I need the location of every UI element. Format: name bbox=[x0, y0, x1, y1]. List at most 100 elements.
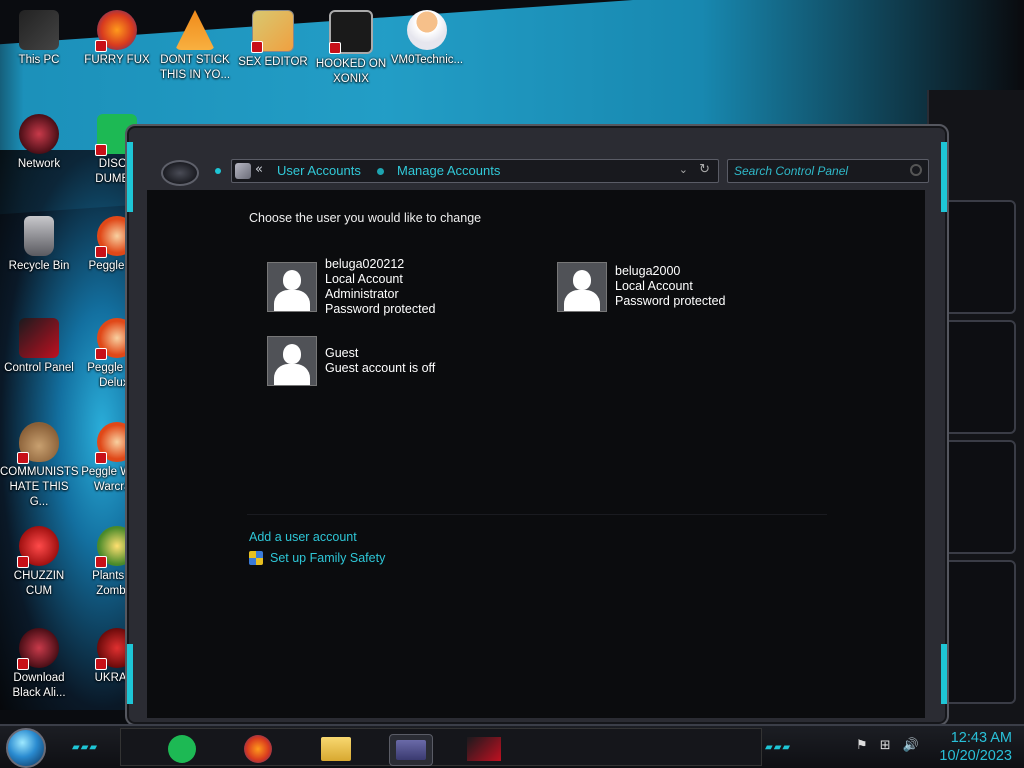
taskbar-alienware-button[interactable] bbox=[463, 734, 505, 764]
alienware-theme-icon bbox=[467, 737, 501, 761]
network-tray-icon[interactable]: ⊞ bbox=[880, 738, 891, 753]
system-tray: ⚑ ⊞ 🔊 bbox=[856, 738, 919, 753]
search-box[interactable] bbox=[727, 159, 929, 183]
desktop-icon-label: This PC bbox=[18, 54, 60, 66]
desktop-icon-label: SEX EDITOR bbox=[238, 56, 308, 68]
desktop-icon-this-pc[interactable]: This PC bbox=[0, 6, 78, 68]
control-panel-window: « User Accounts Manage Accounts ⌄ ↻ Choo… bbox=[125, 124, 949, 726]
chevron-down-icon[interactable]: ⌄ bbox=[679, 163, 688, 176]
account-tile-guest[interactable]: Guest Guest account is off bbox=[267, 336, 507, 392]
account-tile-beluga2000[interactable]: beluga2000 Local Account Password protec… bbox=[557, 262, 797, 318]
taskbar-accent: ▰▰▰ bbox=[72, 742, 99, 753]
account-password-status: Password protected bbox=[325, 302, 436, 316]
desktop-icon-label: HOOKED ON XONIX bbox=[315, 58, 387, 85]
set-up-family-safety-link[interactable]: Set up Family Safety bbox=[249, 551, 385, 565]
taskbar-accent: ▰▰▰ bbox=[765, 742, 792, 753]
hex-editor-icon bbox=[251, 10, 294, 53]
flag-icon[interactable]: ⚑ bbox=[856, 738, 868, 753]
account-role: Administrator bbox=[325, 287, 399, 301]
computer-icon bbox=[19, 10, 59, 50]
account-name: beluga2000 bbox=[615, 264, 681, 278]
breadcrumb-separator-icon[interactable] bbox=[377, 168, 384, 175]
account-details: beluga020212 Local Account Administrator… bbox=[325, 257, 435, 317]
account-details: Guest Guest account is off bbox=[325, 346, 435, 376]
forward-dot-icon bbox=[215, 168, 221, 174]
spotify-icon bbox=[168, 735, 196, 763]
account-type: Local Account bbox=[325, 272, 403, 286]
desktop-icon-hooked-on-xonix[interactable]: HOOKED ON XONIX bbox=[312, 6, 390, 87]
back-button[interactable] bbox=[161, 160, 199, 186]
desktop-icon-label: DONT STICK THIS IN YO... bbox=[159, 54, 231, 81]
refresh-icon[interactable]: ↻ bbox=[699, 162, 710, 177]
breadcrumb-user-accounts[interactable]: User Accounts bbox=[277, 163, 361, 178]
frame-accent bbox=[127, 644, 133, 704]
taskbar-clock[interactable]: 12:43 AM 10/20/2023 bbox=[939, 729, 1012, 765]
desktop-icon-label: COMMUNISTS HATE THIS G... bbox=[0, 466, 79, 508]
frame-accent bbox=[127, 142, 133, 212]
desktop-icon-label: FURRY FUX bbox=[84, 54, 150, 66]
task-links: Add a user account Set up Family Safety bbox=[249, 530, 385, 572]
desktop-icon-label: Control Panel bbox=[4, 362, 74, 374]
recycle-bin-icon bbox=[24, 216, 54, 256]
page-heading: Choose the user you would like to change bbox=[249, 211, 482, 225]
taskbar-file-explorer-button[interactable] bbox=[315, 734, 357, 764]
desktop-icon-communists[interactable]: COMMUNISTS HATE THIS G... bbox=[0, 418, 79, 510]
desktop-icon-label: Download Black Ali... bbox=[12, 672, 66, 699]
desktop-icon-dont-stick[interactable]: DONT STICK THIS IN YO... bbox=[156, 6, 234, 83]
address-bar[interactable]: « User Accounts Manage Accounts ⌄ ↻ bbox=[231, 159, 719, 183]
desktop-icon-furry-fux[interactable]: FURRY FUX bbox=[78, 6, 156, 68]
account-type: Local Account bbox=[615, 279, 693, 293]
desktop-icon-sex-editor[interactable]: SEX EDITOR bbox=[234, 6, 312, 70]
taskbar-spotify-button[interactable] bbox=[161, 734, 203, 764]
account-status: Guest account is off bbox=[325, 361, 436, 375]
account-details: beluga2000 Local Account Password protec… bbox=[615, 264, 725, 309]
taskbar-control-panel-button[interactable] bbox=[389, 734, 433, 766]
account-password-status: Password protected bbox=[615, 294, 726, 308]
taskbar: ▰▰▰ ▰▰▰ ⚑ ⊞ 🔊 12:43 AM 10/20/2023 bbox=[0, 724, 1024, 768]
desktop-icon-label: VM0Technic... bbox=[390, 54, 464, 66]
desktop-icon-recycle-bin[interactable]: Recycle Bin bbox=[0, 212, 78, 274]
network-icon bbox=[19, 114, 59, 154]
desktop-icon-chuzzin[interactable]: CHUZZIN CUM bbox=[0, 522, 78, 599]
vlc-cone-icon bbox=[175, 10, 215, 50]
desktop-icon-vm0technic[interactable]: VM0Technic... bbox=[388, 6, 466, 68]
user-avatar-icon bbox=[557, 262, 607, 312]
xonix-game-icon bbox=[329, 10, 373, 54]
user-accounts-icon bbox=[235, 163, 251, 179]
frame-accent bbox=[941, 142, 947, 212]
taskbar-app-area bbox=[120, 728, 762, 766]
clock-time: 12:43 AM bbox=[950, 730, 1012, 746]
folder-icon bbox=[321, 737, 351, 761]
chuzzle-icon bbox=[17, 526, 59, 568]
section-divider bbox=[247, 514, 827, 515]
start-button[interactable] bbox=[6, 728, 46, 768]
shield-icon bbox=[249, 551, 263, 565]
family-safety-label: Set up Family Safety bbox=[270, 551, 386, 565]
taskbar-firefox-button[interactable] bbox=[237, 734, 279, 764]
alienware-orb-icon bbox=[17, 628, 59, 670]
user-avatar-icon bbox=[267, 336, 317, 386]
account-name: beluga020212 bbox=[325, 257, 405, 271]
technician-avatar-icon bbox=[407, 10, 447, 50]
window-toolbar: « User Accounts Manage Accounts ⌄ ↻ bbox=[141, 156, 933, 186]
search-icon bbox=[910, 164, 922, 176]
desktop-icon-label: Recycle Bin bbox=[8, 260, 70, 272]
breadcrumb-manage-accounts[interactable]: Manage Accounts bbox=[397, 163, 500, 178]
desktop-icon-network[interactable]: Network bbox=[0, 110, 78, 172]
add-user-account-link[interactable]: Add a user account bbox=[249, 530, 385, 544]
desktop-icon-download-black-ali[interactable]: Download Black Ali... bbox=[0, 624, 78, 701]
search-input[interactable] bbox=[728, 160, 906, 182]
desktop-icon-label: CHUZZIN CUM bbox=[13, 570, 65, 597]
desktop-icon-control-panel[interactable]: Control Panel bbox=[0, 314, 78, 376]
firefox-icon bbox=[95, 10, 137, 52]
account-tile-beluga020212[interactable]: beluga020212 Local Account Administrator… bbox=[267, 257, 507, 318]
desktop-icon-label: Network bbox=[17, 158, 61, 170]
control-panel-icon bbox=[19, 318, 59, 358]
breadcrumb-overflow-chevron[interactable]: « bbox=[255, 162, 263, 177]
money-bag-icon bbox=[17, 422, 59, 464]
account-name: Guest bbox=[325, 346, 359, 360]
volume-icon[interactable]: 🔊 bbox=[903, 738, 919, 753]
clock-date: 10/20/2023 bbox=[939, 748, 1012, 764]
user-avatar-icon bbox=[267, 262, 317, 312]
manage-accounts-content: Choose the user you would like to change… bbox=[147, 190, 925, 718]
